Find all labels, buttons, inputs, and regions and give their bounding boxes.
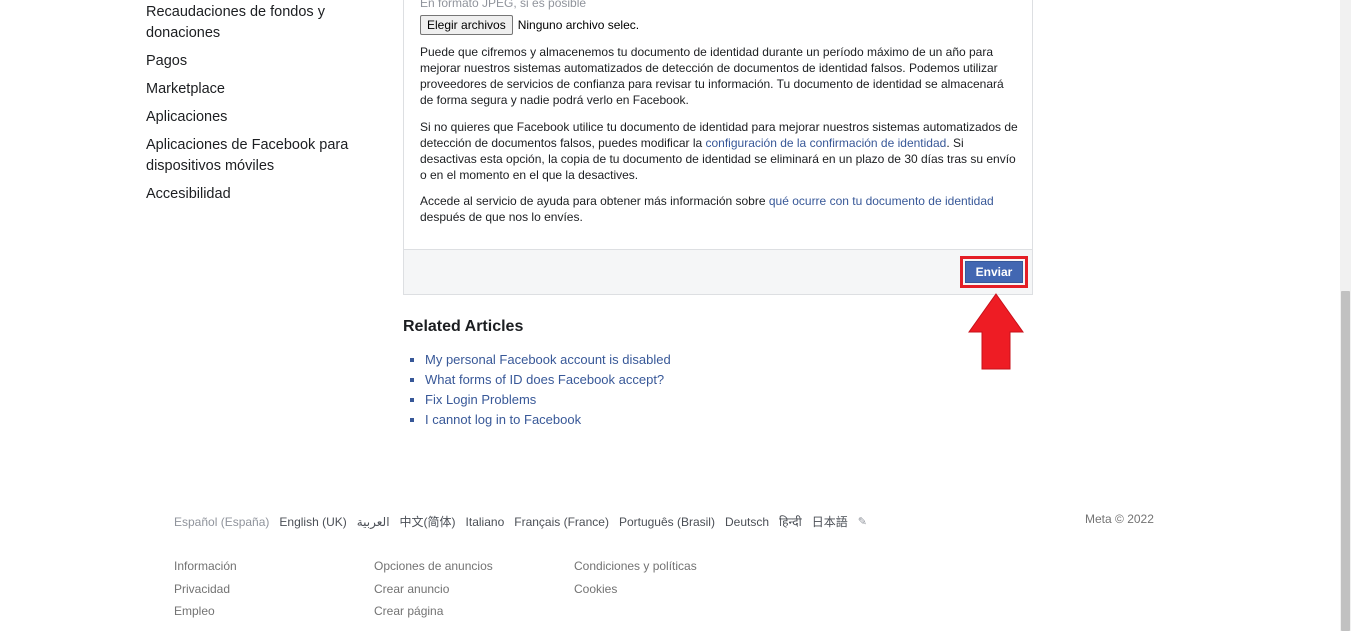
language-option[interactable]: Deutsch bbox=[725, 515, 769, 529]
file-picker: Elegir archivos Ninguno archivo selec. bbox=[420, 15, 639, 35]
copyright: Meta © 2022 bbox=[1085, 512, 1154, 526]
bullet-icon bbox=[410, 378, 414, 382]
bullet-icon bbox=[410, 398, 414, 402]
language-option[interactable]: Italiano bbox=[466, 515, 505, 529]
language-option[interactable]: Français (France) bbox=[514, 515, 609, 529]
id-upload-form: En formato JPEG, si es posible Elegir ar… bbox=[403, 0, 1033, 295]
language-option[interactable]: العربية bbox=[357, 515, 390, 529]
help-text-before: Accede al servicio de ayuda para obtener… bbox=[420, 194, 769, 208]
bullet-icon bbox=[410, 358, 414, 362]
language-option[interactable]: 日本語 bbox=[812, 513, 848, 530]
related-articles-heading: Related Articles bbox=[403, 318, 524, 335]
file-format-hint: En formato JPEG, si es posible bbox=[420, 0, 587, 10]
form-footer: Enviar bbox=[404, 249, 1032, 294]
footer-link-cookies[interactable]: Cookies bbox=[574, 581, 697, 604]
up-arrow-icon bbox=[968, 293, 1024, 370]
language-option[interactable]: हिन्दी bbox=[779, 513, 802, 530]
submit-button[interactable]: Enviar bbox=[965, 261, 1023, 283]
footer-column-3: Condiciones y políticas Cookies bbox=[574, 558, 697, 603]
list-item: What forms of ID does Facebook accept? bbox=[410, 370, 671, 390]
list-item: My personal Facebook account is disabled bbox=[410, 350, 671, 370]
language-option[interactable]: Português (Brasil) bbox=[619, 515, 715, 529]
list-item: Fix Login Problems bbox=[410, 390, 671, 410]
list-item: I cannot log in to Facebook bbox=[410, 410, 671, 430]
vertical-scrollbar[interactable] bbox=[1340, 0, 1351, 631]
footer-link-privacy[interactable]: Privacidad bbox=[174, 581, 237, 604]
submit-highlight-box: Enviar bbox=[960, 256, 1028, 288]
footer-link-info[interactable]: Información bbox=[174, 558, 237, 581]
language-selector: Español (España) English (UK) العربية 中文… bbox=[174, 513, 877, 530]
scrollbar-thumb[interactable] bbox=[1341, 291, 1350, 631]
language-current: Español (España) bbox=[174, 514, 270, 529]
footer-link-create-ad[interactable]: Crear anuncio bbox=[374, 581, 493, 604]
sidebar-item-apps[interactable]: Aplicaciones bbox=[146, 107, 376, 128]
sidebar-item-fundraisers[interactable]: Recaudaciones de fondos y donaciones bbox=[146, 2, 376, 44]
what-happens-to-id-link[interactable]: qué ocurre con tu documento de identidad bbox=[769, 194, 994, 208]
footer-link-careers[interactable]: Empleo bbox=[174, 603, 237, 626]
footer-link-ad-choices[interactable]: Opciones de anuncios bbox=[374, 558, 493, 581]
identity-confirmation-settings-link[interactable]: configuración de la confirmación de iden… bbox=[706, 136, 947, 150]
footer-column-2: Opciones de anuncios Crear anuncio Crear… bbox=[374, 558, 493, 626]
pencil-icon[interactable]: ✎ bbox=[858, 515, 867, 528]
language-option[interactable]: English (UK) bbox=[279, 515, 346, 529]
help-sidebar: Recaudaciones de fondos y donaciones Pag… bbox=[146, 2, 376, 212]
sidebar-item-marketplace[interactable]: Marketplace bbox=[146, 79, 376, 100]
opt-out-paragraph: Si no quieres que Facebook utilice tu do… bbox=[420, 119, 1020, 183]
file-status-text: Ninguno archivo selec. bbox=[517, 18, 640, 32]
related-article-link[interactable]: My personal Facebook account is disabled bbox=[425, 350, 671, 370]
sidebar-item-accessibility[interactable]: Accesibilidad bbox=[146, 184, 376, 205]
footer-link-create-page[interactable]: Crear página bbox=[374, 603, 493, 626]
sidebar-item-payments[interactable]: Pagos bbox=[146, 51, 376, 72]
help-text-after: después de que nos lo envíes. bbox=[420, 210, 583, 224]
help-info-paragraph: Accede al servicio de ayuda para obtener… bbox=[420, 193, 1020, 225]
choose-files-button[interactable]: Elegir archivos bbox=[420, 15, 513, 35]
storage-info-paragraph: Puede que cifremos y almacenemos tu docu… bbox=[420, 45, 1004, 107]
sidebar-item-mobile-apps[interactable]: Aplicaciones de Facebook para dispositiv… bbox=[146, 135, 376, 177]
related-article-link[interactable]: I cannot log in to Facebook bbox=[425, 410, 581, 430]
footer-link-terms[interactable]: Condiciones y políticas bbox=[574, 558, 697, 581]
footer-column-1: Información Privacidad Empleo bbox=[174, 558, 237, 626]
bullet-icon bbox=[410, 418, 414, 422]
related-article-link[interactable]: Fix Login Problems bbox=[425, 390, 536, 410]
language-option[interactable]: 中文(简体) bbox=[400, 513, 456, 530]
related-articles-list: My personal Facebook account is disabled… bbox=[410, 350, 671, 430]
related-article-link[interactable]: What forms of ID does Facebook accept? bbox=[425, 370, 664, 390]
